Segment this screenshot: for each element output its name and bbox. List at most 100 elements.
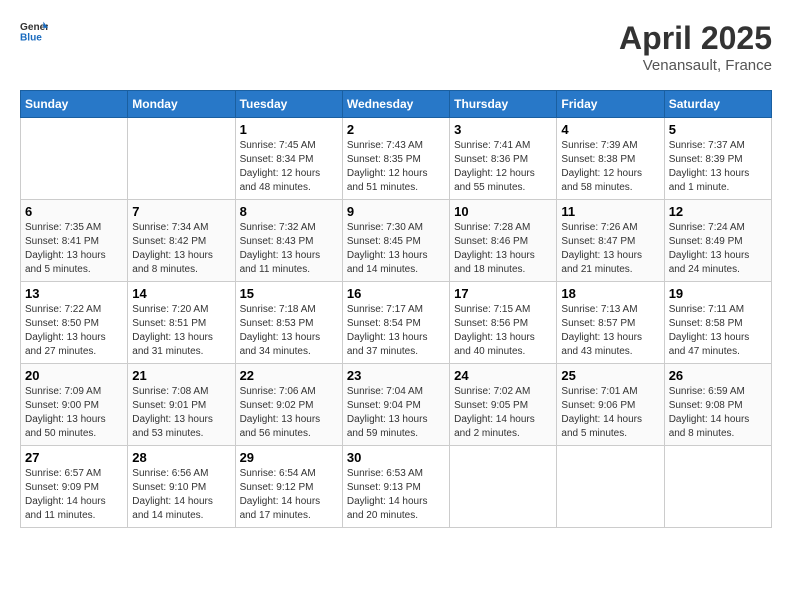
day-info: Sunrise: 7:09 AMSunset: 9:00 PMDaylight:… (25, 385, 123, 441)
day-info: Sunrise: 7:06 AMSunset: 9:02 PMDaylight:… (240, 385, 338, 441)
calendar-cell: 30 Sunrise: 6:53 AMSunset: 9:13 PMDayligh… (342, 446, 449, 528)
day-info: Sunrise: 7:08 AMSunset: 9:01 PMDaylight:… (132, 385, 230, 441)
calendar-cell (450, 446, 557, 528)
weekday-header: Wednesday (342, 91, 449, 118)
calendar-cell: 2 Sunrise: 7:43 AMSunset: 8:35 PMDaylight… (342, 118, 449, 200)
day-number: 24 (454, 368, 552, 383)
day-info: Sunrise: 7:34 AMSunset: 8:42 PMDaylight:… (132, 221, 230, 277)
calendar-cell: 23 Sunrise: 7:04 AMSunset: 9:04 PMDayligh… (342, 364, 449, 446)
day-number: 12 (669, 204, 767, 219)
day-info: Sunrise: 6:53 AMSunset: 9:13 PMDaylight:… (347, 467, 445, 523)
day-number: 7 (132, 204, 230, 219)
day-number: 6 (25, 204, 123, 219)
day-number: 26 (669, 368, 767, 383)
weekday-header: Friday (557, 91, 664, 118)
calendar-cell (664, 446, 771, 528)
day-info: Sunrise: 7:04 AMSunset: 9:04 PMDaylight:… (347, 385, 445, 441)
day-info: Sunrise: 7:43 AMSunset: 8:35 PMDaylight:… (347, 139, 445, 195)
day-info: Sunrise: 7:22 AMSunset: 8:50 PMDaylight:… (25, 303, 123, 359)
day-info: Sunrise: 7:13 AMSunset: 8:57 PMDaylight:… (561, 303, 659, 359)
month-title: April 2025 (619, 20, 772, 57)
day-number: 9 (347, 204, 445, 219)
calendar-week-row: 1Sunrise: 7:45 AMSunset: 8:34 PMDaylight… (21, 118, 772, 200)
day-info: Sunrise: 7:02 AMSunset: 9:05 PMDaylight:… (454, 385, 552, 441)
day-info: Sunrise: 7:41 AMSunset: 8:36 PMDaylight:… (454, 139, 552, 195)
day-info: Sunrise: 7:30 AMSunset: 8:45 PMDaylight:… (347, 221, 445, 277)
logo: General Blue (20, 20, 48, 42)
calendar-cell: 29 Sunrise: 6:54 AMSunset: 9:12 PMDayligh… (235, 446, 342, 528)
calendar-cell: 12Sunrise: 7:24 AMSunset: 8:49 PMDayligh… (664, 200, 771, 282)
day-number: 20 (25, 368, 123, 383)
day-number: 4 (561, 122, 659, 137)
day-number: 23 (347, 368, 445, 383)
day-info: Sunrise: 7:35 AMSunset: 8:41 PMDaylight:… (25, 221, 123, 277)
weekday-header: Monday (128, 91, 235, 118)
calendar-cell: 26 Sunrise: 6:59 AMSunset: 9:08 PMDayligh… (664, 364, 771, 446)
calendar-cell: 11 Sunrise: 7:26 AMSunset: 8:47 PMDayligh… (557, 200, 664, 282)
svg-text:Blue: Blue (20, 32, 42, 42)
calendar-cell (128, 118, 235, 200)
weekday-header: Tuesday (235, 91, 342, 118)
day-info: Sunrise: 6:56 AMSunset: 9:10 PMDaylight:… (132, 467, 230, 523)
day-number: 8 (240, 204, 338, 219)
calendar-cell: 5Sunrise: 7:37 AMSunset: 8:39 PMDaylight… (664, 118, 771, 200)
calendar-cell: 3 Sunrise: 7:41 AMSunset: 8:36 PMDaylight… (450, 118, 557, 200)
calendar-body: 1Sunrise: 7:45 AMSunset: 8:34 PMDaylight… (21, 118, 772, 528)
calendar-cell (21, 118, 128, 200)
day-number: 19 (669, 286, 767, 301)
calendar-cell: 10Sunrise: 7:28 AMSunset: 8:46 PMDayligh… (450, 200, 557, 282)
day-number: 29 (240, 450, 338, 465)
calendar-cell: 19Sunrise: 7:11 AMSunset: 8:58 PMDayligh… (664, 282, 771, 364)
day-info: Sunrise: 6:54 AMSunset: 9:12 PMDaylight:… (240, 467, 338, 523)
page-header: General Blue April 2025 Venansault, Fran… (20, 20, 772, 74)
calendar-cell: 17Sunrise: 7:15 AMSunset: 8:56 PMDayligh… (450, 282, 557, 364)
calendar-cell: 1Sunrise: 7:45 AMSunset: 8:34 PMDaylight… (235, 118, 342, 200)
day-number: 25 (561, 368, 659, 383)
calendar-cell: 16Sunrise: 7:17 AMSunset: 8:54 PMDayligh… (342, 282, 449, 364)
calendar-week-row: 6 Sunrise: 7:35 AMSunset: 8:41 PMDaylight… (21, 200, 772, 282)
day-info: Sunrise: 7:39 AMSunset: 8:38 PMDaylight:… (561, 139, 659, 195)
calendar-cell: 8Sunrise: 7:32 AMSunset: 8:43 PMDaylight… (235, 200, 342, 282)
day-number: 1 (240, 122, 338, 137)
day-number: 3 (454, 122, 552, 137)
day-number: 28 (132, 450, 230, 465)
day-info: Sunrise: 7:18 AMSunset: 8:53 PMDaylight:… (240, 303, 338, 359)
day-number: 22 (240, 368, 338, 383)
day-info: Sunrise: 6:59 AMSunset: 9:08 PMDaylight:… (669, 385, 767, 441)
calendar-cell: 20 Sunrise: 7:09 AMSunset: 9:00 PMDayligh… (21, 364, 128, 446)
day-number: 18 (561, 286, 659, 301)
day-info: Sunrise: 7:37 AMSunset: 8:39 PMDaylight:… (669, 139, 767, 195)
day-number: 11 (561, 204, 659, 219)
calendar-cell: 9 Sunrise: 7:30 AMSunset: 8:45 PMDaylight… (342, 200, 449, 282)
day-number: 30 (347, 450, 445, 465)
day-info: Sunrise: 7:26 AMSunset: 8:47 PMDaylight:… (561, 221, 659, 277)
calendar-table: SundayMondayTuesdayWednesdayThursdayFrid… (20, 90, 772, 528)
calendar-cell: 18 Sunrise: 7:13 AMSunset: 8:57 PMDayligh… (557, 282, 664, 364)
calendar-cell: 21 Sunrise: 7:08 AMSunset: 9:01 PMDayligh… (128, 364, 235, 446)
day-info: Sunrise: 7:20 AMSunset: 8:51 PMDaylight:… (132, 303, 230, 359)
day-number: 17 (454, 286, 552, 301)
calendar-week-row: 27 Sunrise: 6:57 AMSunset: 9:09 PMDayligh… (21, 446, 772, 528)
weekday-header: Sunday (21, 91, 128, 118)
title-section: April 2025 Venansault, France (619, 20, 772, 74)
calendar-cell: 25Sunrise: 7:01 AMSunset: 9:06 PMDayligh… (557, 364, 664, 446)
weekday-header: Thursday (450, 91, 557, 118)
day-info: Sunrise: 7:28 AMSunset: 8:46 PMDaylight:… (454, 221, 552, 277)
calendar-header: SundayMondayTuesdayWednesdayThursdayFrid… (21, 91, 772, 118)
calendar-cell: 13Sunrise: 7:22 AMSunset: 8:50 PMDayligh… (21, 282, 128, 364)
weekday-row: SundayMondayTuesdayWednesdayThursdayFrid… (21, 91, 772, 118)
day-number: 2 (347, 122, 445, 137)
calendar-week-row: 20 Sunrise: 7:09 AMSunset: 9:00 PMDayligh… (21, 364, 772, 446)
day-info: Sunrise: 6:57 AMSunset: 9:09 PMDaylight:… (25, 467, 123, 523)
location-title: Venansault, France (619, 57, 772, 74)
day-number: 15 (240, 286, 338, 301)
calendar-cell: 6 Sunrise: 7:35 AMSunset: 8:41 PMDaylight… (21, 200, 128, 282)
calendar-week-row: 13Sunrise: 7:22 AMSunset: 8:50 PMDayligh… (21, 282, 772, 364)
day-number: 27 (25, 450, 123, 465)
calendar-cell: 28 Sunrise: 6:56 AMSunset: 9:10 PMDayligh… (128, 446, 235, 528)
calendar-cell (557, 446, 664, 528)
day-number: 16 (347, 286, 445, 301)
calendar-cell: 22 Sunrise: 7:06 AMSunset: 9:02 PMDayligh… (235, 364, 342, 446)
weekday-header: Saturday (664, 91, 771, 118)
day-number: 21 (132, 368, 230, 383)
